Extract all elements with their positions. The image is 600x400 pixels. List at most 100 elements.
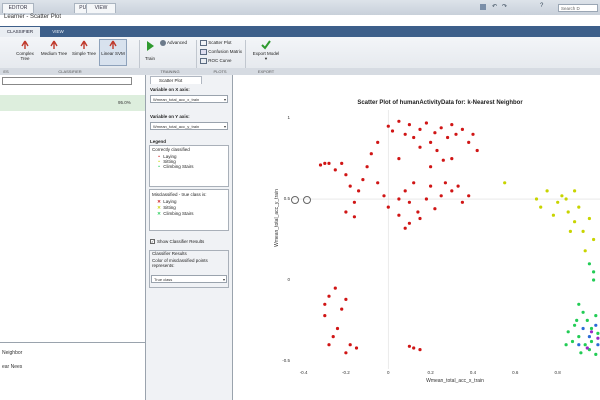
advanced-button[interactable]: Advanced [160,40,187,46]
ribbon-tab-classifier[interactable]: CLASSIFIER [0,27,40,37]
svm-icon [109,40,117,49]
data-point [352,200,356,204]
results-color-dropdown[interactable]: True class ▾ [151,275,227,283]
data-point [340,307,344,311]
data-point [564,197,568,201]
data-point [594,352,598,356]
tree-icon [21,40,29,49]
confusion-matrix-button[interactable]: Confusion Matrix [200,49,242,55]
data-point [318,163,323,167]
tab-editor[interactable]: EDITOR [2,3,34,13]
undo-icon[interactable]: ↶ [492,3,497,10]
data-point [589,326,594,331]
data-point [579,351,583,355]
data-point [327,294,331,298]
x-axis-value: Wmean_total_acc_x_train [153,97,200,102]
y-tick-label: 1 [287,115,290,121]
confusion-matrix-icon [200,49,207,55]
data-point [589,339,594,344]
data-point [475,148,479,153]
data-point [564,343,568,347]
redo-icon[interactable]: ↷ [502,3,507,10]
data-point [471,132,475,136]
data-point [424,121,428,125]
x-tick-label: 0 [387,370,390,375]
data-point [566,210,570,214]
data-point [369,152,373,156]
data-point [403,226,407,230]
roc-curve-button[interactable]: ROC Curve [200,58,232,64]
train-label: Train [144,56,156,61]
ribbon-separator [139,40,140,68]
data-point [382,194,386,198]
tab-view[interactable]: VIEW [86,3,116,13]
data-point [344,351,348,355]
data-point [376,181,380,185]
show-results-checkbox[interactable]: ✓ [150,239,155,244]
section-label: ES [3,69,9,74]
data-point [333,286,337,290]
complex-tree-label: Complex Tree [16,51,34,61]
data-point [456,184,460,188]
data-point [397,197,401,201]
help-icon[interactable]: ? [540,3,543,9]
data-point [412,135,416,140]
data-point [348,343,352,347]
complex-tree-button[interactable]: Complex Tree [12,40,38,61]
data-point [352,215,356,219]
data-point [454,132,458,136]
x-axis-label: Variable on X axis: [150,87,190,92]
correct-legend-item: • Climbing Stairs [156,164,193,169]
linear-svm-button[interactable]: Linear SVM [99,39,127,66]
train-button[interactable]: Train [142,40,158,61]
data-point [594,314,598,318]
data-point [596,343,600,347]
data-point [344,297,348,301]
save-icon[interactable] [480,4,486,10]
selection-marker[interactable] [291,196,299,204]
data-point [439,194,443,198]
data-point [573,323,577,327]
history-header-field[interactable] [2,77,132,85]
data-point [429,165,433,169]
scatter-plot-label: Scatter Plot [208,40,232,46]
x-tick-label: 0.4 [469,370,477,375]
data-point [424,197,428,201]
data-point [467,140,471,144]
export-model-button[interactable]: Export Model ▼ [250,40,282,61]
data-point [592,270,596,274]
data-point [460,200,464,204]
ribbon-tab-view[interactable]: VIEW [46,27,70,37]
data-point [418,216,422,221]
simple-tree-button[interactable]: Simple Tree [70,40,98,56]
data-point [556,200,560,204]
scatter-plot-button[interactable]: Scatter Plot [200,40,232,46]
data-point [592,278,596,282]
data-point [433,207,437,211]
search-documentation-input[interactable]: Search D [558,4,598,12]
data-point [397,213,401,217]
data-point [327,161,331,165]
data-point [503,181,507,185]
mis-legend-label: Climbing Stairs [162,211,194,216]
mis-legend-list: ✕ Laying ✕ Sitting ✕ Climbing Stairs [156,199,194,217]
data-point [570,339,575,344]
chevron-down-icon: ▾ [223,97,226,102]
simple-tree-label: Simple Tree [71,51,96,56]
data-point [539,205,543,209]
data-point [433,131,437,135]
section-label-plots: PLOTS [213,69,227,74]
y-axis-dropdown[interactable]: Wmean_total_acc_y_train ▾ [150,122,228,130]
gear-icon [160,40,166,46]
selection-marker[interactable] [303,196,311,204]
scatter-plot[interactable] [293,110,600,369]
x-axis-dropdown[interactable]: Wmean_total_acc_x_train ▾ [150,95,228,103]
data-point [333,168,337,172]
x-axis-title: Wmean_total_acc_x_train [426,378,484,384]
tab-scatter-plot[interactable]: Scatter Plot [150,76,202,84]
data-point [323,302,327,306]
data-point [407,221,411,225]
data-point [418,145,422,149]
medium-tree-button[interactable]: Medium Tree [40,40,68,56]
data-point [354,346,359,350]
